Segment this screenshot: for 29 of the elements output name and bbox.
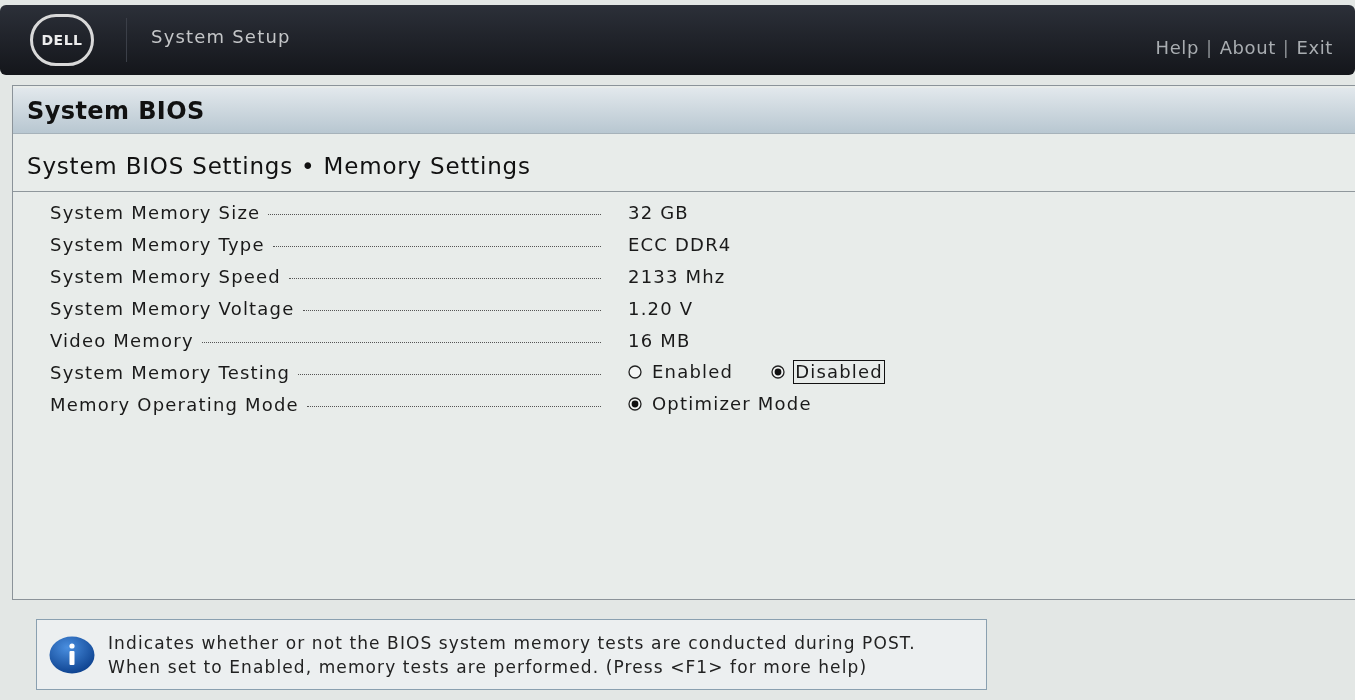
radio-icon[interactable] [628, 365, 642, 379]
setting-label: System Memory Testing [50, 360, 291, 385]
link-separator: | [1282, 36, 1290, 60]
setting-value: 32 GB [628, 201, 689, 223]
logo: DELL [30, 14, 94, 66]
section-title: System BIOS [27, 95, 205, 127]
setting-value: 16 MB [628, 329, 691, 351]
header-link[interactable]: Help [1155, 34, 1199, 61]
option-label[interactable]: Disabled [793, 360, 885, 384]
option-label[interactable]: Enabled [650, 360, 736, 384]
setting-label: System Memory Speed [50, 264, 281, 289]
setting-value: ECC DDR4 [628, 233, 732, 255]
option-label[interactable]: Optimizer Mode [650, 392, 814, 416]
help-text: Indicates whether or not the BIOS system memory tests are conducted during POST. When set to Enabled, memory tests are performed. (Press <F1> for more help) [108, 631, 916, 679]
app-title: System Setup [151, 24, 291, 49]
setting-value: 1.20 V [628, 297, 694, 319]
radio-icon[interactable] [628, 397, 642, 411]
page-title: System BIOS Settings • Memory Settings [27, 152, 531, 182]
header-link[interactable]: Exit [1296, 34, 1333, 61]
info-icon [49, 635, 95, 674]
header-link[interactable]: About [1219, 34, 1276, 61]
setting-label: Video Memory [50, 328, 194, 353]
setting-label: Memory Operating Mode [50, 392, 299, 417]
radio-icon[interactable] [771, 365, 786, 379]
setting-label: System Memory Type [50, 232, 265, 257]
setting-value: 2133 Mhz [628, 265, 726, 287]
setting-label: System Memory Size [50, 200, 261, 225]
setting-label: System Memory Voltage [50, 296, 295, 321]
link-separator: | [1205, 36, 1213, 60]
